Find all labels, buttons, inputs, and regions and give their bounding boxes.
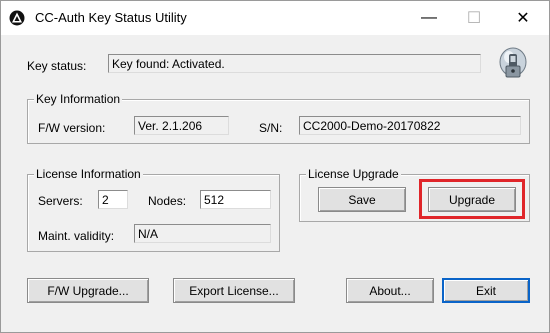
maint-validity-label: Maint. validity: (38, 229, 115, 243)
usb-key-lock-icon (499, 47, 527, 78)
about-button[interactable]: About... (346, 278, 434, 303)
minimize-button[interactable]: — (406, 1, 452, 35)
save-button[interactable]: Save (318, 187, 406, 212)
maximize-button[interactable]: ☐ (451, 1, 497, 35)
fw-upgrade-button[interactable]: F/W Upgrade... (27, 278, 149, 303)
close-button[interactable]: ✕ (500, 1, 546, 35)
key-information-title: Key Information (34, 92, 123, 106)
app-logo-icon (9, 10, 25, 26)
license-upgrade-title: License Upgrade (306, 167, 401, 181)
fw-version-label: F/W version: (38, 121, 106, 135)
servers-label: Servers: (38, 194, 83, 208)
app-window: CC-Auth Key Status Utility — ☐ ✕ Key sta… (0, 0, 550, 333)
license-information-title: License Information (34, 167, 143, 181)
fw-version-field: Ver. 2.1.206 (134, 116, 229, 135)
key-status-label: Key status: (27, 59, 87, 73)
export-license-button[interactable]: Export License... (173, 278, 295, 303)
window-title: CC-Auth Key Status Utility (35, 10, 187, 25)
serial-number-field: CC2000-Demo-20170822 (299, 116, 521, 135)
nodes-label: Nodes: (148, 194, 187, 208)
upgrade-highlight-box (419, 179, 525, 219)
exit-button[interactable]: Exit (442, 278, 530, 303)
key-status-field: Key found: Activated. (108, 54, 481, 73)
servers-field[interactable]: 2 (98, 190, 128, 209)
nodes-field[interactable]: 512 (200, 190, 271, 209)
maint-validity-field: N/A (134, 224, 271, 243)
serial-number-label: S/N: (259, 121, 283, 135)
title-bar[interactable]: CC-Auth Key Status Utility — ☐ ✕ (1, 1, 549, 35)
